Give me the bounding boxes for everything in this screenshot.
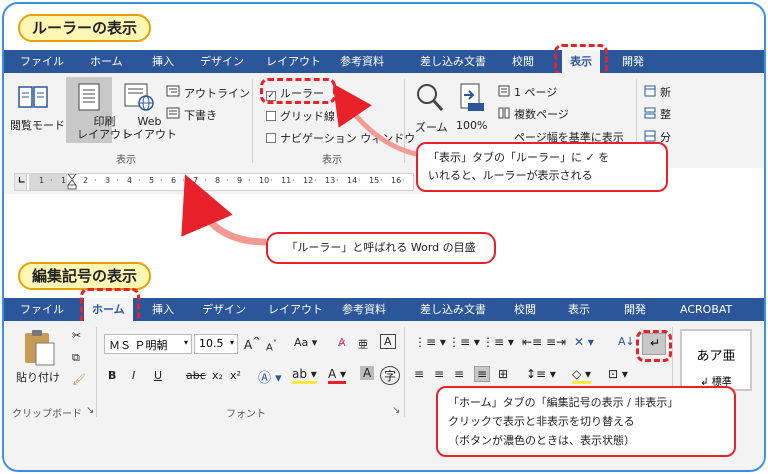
font-color-icon[interactable]: A ▾ <box>328 367 347 384</box>
grow-font-icon[interactable]: A^ <box>244 336 261 352</box>
font-size-dropdown[interactable]: 10.5 ▾ <box>194 334 238 354</box>
style-normal-card[interactable]: あア亜 ↲ 標準 <box>680 329 752 391</box>
format-painter-icon[interactable]: 🖌 <box>72 373 86 386</box>
arrow-to-ruler <box>181 174 267 246</box>
clipboard-launcher-icon[interactable]: ↘ <box>86 405 94 416</box>
callout-marks-tip: 「ホーム」タブの「編集記号の表示 / 非表示」 クリックで表示と非表示を切り替え… <box>436 386 736 457</box>
justify-icon[interactable]: ≡ <box>474 366 491 382</box>
phonetic-icon[interactable]: 亜 <box>358 336 368 351</box>
group-label-font: フォント <box>226 409 266 420</box>
tab-layout[interactable]: レイアウト <box>268 298 323 321</box>
highlight-color-icon[interactable]: ab ▾ <box>292 367 317 384</box>
change-case-icon[interactable]: Aa ▾ <box>294 336 317 349</box>
frame: ルーラーの表示 ファイル ホーム 挿入 デザイン レイアウト 参考資料 差し込み… <box>2 2 766 472</box>
align-center-icon[interactable]: ≡ <box>434 367 444 381</box>
tab-acrobat[interactable]: ACROBAT <box>680 298 732 321</box>
font-launcher-icon[interactable]: ↘ <box>392 405 400 416</box>
underline-button[interactable]: U <box>154 369 162 382</box>
distribute-icon[interactable]: ⊞ <box>498 367 508 381</box>
char-shading-icon[interactable]: A <box>360 366 375 380</box>
callout-marks-line2: クリックで表示と非表示を切り替える <box>448 415 635 428</box>
highlight-show-hide-marks <box>636 330 672 362</box>
arrow-to-ruler-checkbox <box>332 83 417 157</box>
chevron-down-icon: ▾ <box>229 338 234 347</box>
font-name-value: ＭＳ Ｐ明朝 <box>109 339 168 352</box>
tab-view[interactable]: 表示 <box>568 298 590 321</box>
enclose-char-icon[interactable]: 字 <box>380 366 401 385</box>
font-name-dropdown[interactable]: ＭＳ Ｐ明朝 ▾ <box>104 334 192 354</box>
tab-insert[interactable]: 挿入 <box>152 298 174 321</box>
decrease-indent-icon[interactable]: ⇤≡ <box>522 335 542 349</box>
callout-marks-line1: 「ホーム」タブの「編集記号の表示 / 非表示」 <box>448 396 679 409</box>
subscript-button[interactable]: x₂ <box>212 369 223 382</box>
shrink-font-icon[interactable]: A˅ <box>266 338 277 353</box>
clear-format-icon[interactable]: A̷ <box>338 336 346 349</box>
tab-mailings[interactable]: 差し込み文書 <box>420 298 486 321</box>
text-effects-icon[interactable]: Ⓐ ▾ <box>258 367 282 386</box>
paste-label[interactable]: 貼り付け <box>16 369 60 385</box>
sort-icon[interactable]: A↓ <box>618 335 635 348</box>
bullets-icon[interactable]: ⋮≡ ▾ <box>414 335 446 349</box>
tab-file[interactable]: ファイル <box>20 298 64 321</box>
multilevel-list-icon[interactable]: ⋮≡ ▾ <box>482 335 514 349</box>
align-left-icon[interactable]: ≡ <box>414 367 424 381</box>
callout-ruler-desc: 「ルーラー」と呼ばれる Word の目盛 <box>266 232 496 264</box>
strikethrough-button[interactable]: abc <box>186 369 206 382</box>
line-spacing-icon[interactable]: ↕≡ ▾ <box>526 367 556 381</box>
sort-asian-icon[interactable]: ✕ ▾ <box>574 335 594 349</box>
group-label-clipboard: クリップボード <box>12 409 82 420</box>
paste-icon[interactable] <box>22 329 56 367</box>
align-right-icon[interactable]: ≡ <box>454 367 464 381</box>
style-sample-text: あア亜 <box>696 349 736 364</box>
numbering-icon[interactable]: ⋮≡ ▾ <box>448 335 480 349</box>
callout-marks-line3: （ボタンが濃色のときは、表示状態） <box>448 434 635 447</box>
borders-icon[interactable]: ⊡ ▾ <box>608 367 628 381</box>
tab-review[interactable]: 校閲 <box>514 298 536 321</box>
cut-icon[interactable]: ✂ <box>72 329 81 342</box>
tab-references[interactable]: 参考資料 <box>342 298 386 321</box>
shading-icon[interactable]: ◇ ▾ <box>572 367 592 384</box>
increase-indent-icon[interactable]: ≡⇥ <box>546 335 566 349</box>
chevron-down-icon: ▾ <box>183 338 188 347</box>
tab-developer[interactable]: 開発 <box>624 298 646 321</box>
font-size-value: 10.5 <box>199 337 224 350</box>
section-title-marks: 編集記号の表示 <box>18 262 152 290</box>
italic-button[interactable]: I <box>132 369 135 382</box>
char-border-icon[interactable]: A <box>380 334 396 349</box>
copy-icon[interactable]: ⧉ <box>72 351 80 365</box>
tab-design[interactable]: デザイン <box>202 298 246 321</box>
superscript-button[interactable]: x² <box>230 369 241 382</box>
bold-button[interactable]: B <box>108 369 116 382</box>
